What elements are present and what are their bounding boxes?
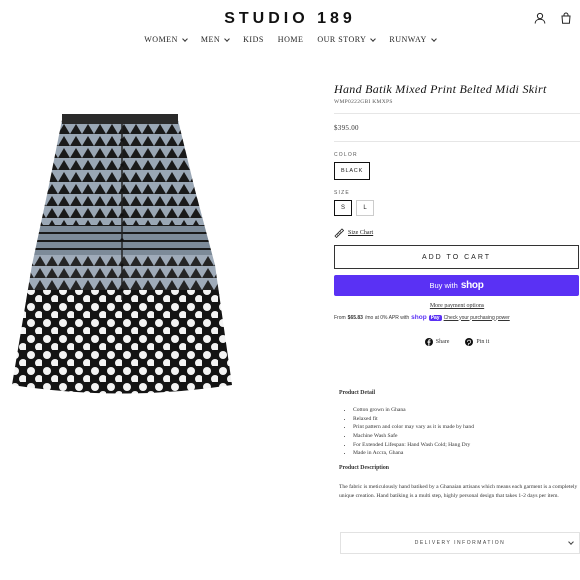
nav-label: WOMEN xyxy=(144,35,178,44)
nav-label: MEN xyxy=(200,35,221,44)
size-chart-label: Size Chart xyxy=(348,230,374,236)
size-options: S L xyxy=(334,200,580,216)
chevron-down-icon xyxy=(224,35,230,42)
detail-list: Cotton grown in Ghana Relaxed fit Print … xyxy=(353,406,580,458)
delivery-information-accordion[interactable]: DELIVERY INFORMATION xyxy=(340,532,580,554)
list-item: Relaxed fit xyxy=(353,415,580,424)
shop-brand: shop xyxy=(411,314,427,321)
pin-label: Pin it xyxy=(476,339,490,345)
share-facebook-button[interactable]: Share xyxy=(424,338,450,346)
shop-pay-button[interactable]: Buy with shop xyxy=(334,275,579,296)
header-icons xyxy=(534,12,572,24)
divider xyxy=(334,141,580,142)
color-option-black[interactable]: BLACK xyxy=(334,162,371,180)
user-icon[interactable] xyxy=(534,12,546,24)
cart-icon[interactable] xyxy=(560,12,572,24)
installments-suffix: /mo at 0% APR with xyxy=(364,314,410,321)
add-to-cart-button[interactable]: ADD TO CART xyxy=(334,245,579,269)
site-header: STUDIO 189 WOMEN MEN KIDS HOME OUR STORY… xyxy=(0,0,580,52)
buy-with-label: Buy with xyxy=(429,281,458,290)
list-item: Cotton grown in Ghana xyxy=(353,406,580,415)
list-item: Print pattern and color may vary as it i… xyxy=(353,423,580,432)
ruler-icon xyxy=(334,228,344,238)
product-description-heading: Product Description xyxy=(339,464,389,471)
product-price: $395.00 xyxy=(334,124,359,132)
list-item: For Extended Lifespan: Hand Wash Cold; H… xyxy=(353,441,580,450)
product-title: Hand Batik Mixed Print Belted Midi Skirt xyxy=(334,82,547,96)
product-sku: WMP0222GBI KMXPS xyxy=(334,99,393,105)
size-option-s[interactable]: S xyxy=(334,200,352,216)
pay-badge: Pay xyxy=(428,314,442,321)
product-details: Product Detail Cotton grown in Ghana Rel… xyxy=(339,389,580,500)
purchasing-power-link[interactable]: Check your purchasing power xyxy=(444,315,510,321)
share-label: Share xyxy=(435,339,450,345)
nav-label: HOME xyxy=(277,35,304,44)
installments-amount: $65.83 xyxy=(347,314,363,321)
nav-label: KIDS xyxy=(243,35,264,44)
chevron-down-icon xyxy=(430,35,437,42)
site-logo[interactable]: STUDIO 189 xyxy=(0,10,580,28)
size-option-l[interactable]: L xyxy=(356,200,374,216)
delivery-label: DELIVERY INFORMATION xyxy=(414,540,506,546)
nav-label: RUNWAY xyxy=(389,35,427,44)
product-description: The fabric is meticulously hand batiked … xyxy=(339,483,578,499)
list-item: Made in Accra, Ghana xyxy=(353,449,580,458)
pinterest-icon xyxy=(465,338,474,346)
nav-men[interactable]: MEN xyxy=(200,35,230,44)
facebook-icon xyxy=(424,338,433,346)
share-row: Share Pin it xyxy=(334,338,580,346)
shop-logo: shop xyxy=(460,280,484,291)
nav-runway[interactable]: RUNWAY xyxy=(389,35,437,44)
chevron-down-icon xyxy=(568,539,574,545)
nav-our-story[interactable]: OUR STORY xyxy=(317,35,377,44)
nav-label: OUR STORY xyxy=(317,35,367,44)
divider xyxy=(334,113,580,114)
nav-kids[interactable]: KIDS xyxy=(243,35,264,44)
installments-prefix: From xyxy=(334,314,346,321)
main-nav: WOMEN MEN KIDS HOME OUR STORY RUNWAY xyxy=(0,35,580,44)
product-image[interactable] xyxy=(10,110,235,410)
nav-home[interactable]: HOME xyxy=(278,35,304,44)
product-detail-heading: Product Detail xyxy=(339,390,376,396)
nav-women[interactable]: WOMEN xyxy=(144,35,188,44)
pin-it-button[interactable]: Pin it xyxy=(465,338,489,346)
list-item: Machine Wash Safe xyxy=(353,432,580,441)
chevron-down-icon xyxy=(182,35,188,42)
product-info: Hand Batik Mixed Print Belted Midi Skirt… xyxy=(334,82,580,346)
size-chart-link[interactable]: Size Chart xyxy=(334,228,580,238)
installments-info: From $65.83 /mo at 0% APR with shop Pay … xyxy=(334,314,580,321)
color-label: COLOR xyxy=(334,152,358,158)
more-payment-options-link[interactable]: More payment options xyxy=(334,303,580,309)
chevron-down-icon xyxy=(370,35,377,42)
size-label: SIZE xyxy=(334,190,350,196)
